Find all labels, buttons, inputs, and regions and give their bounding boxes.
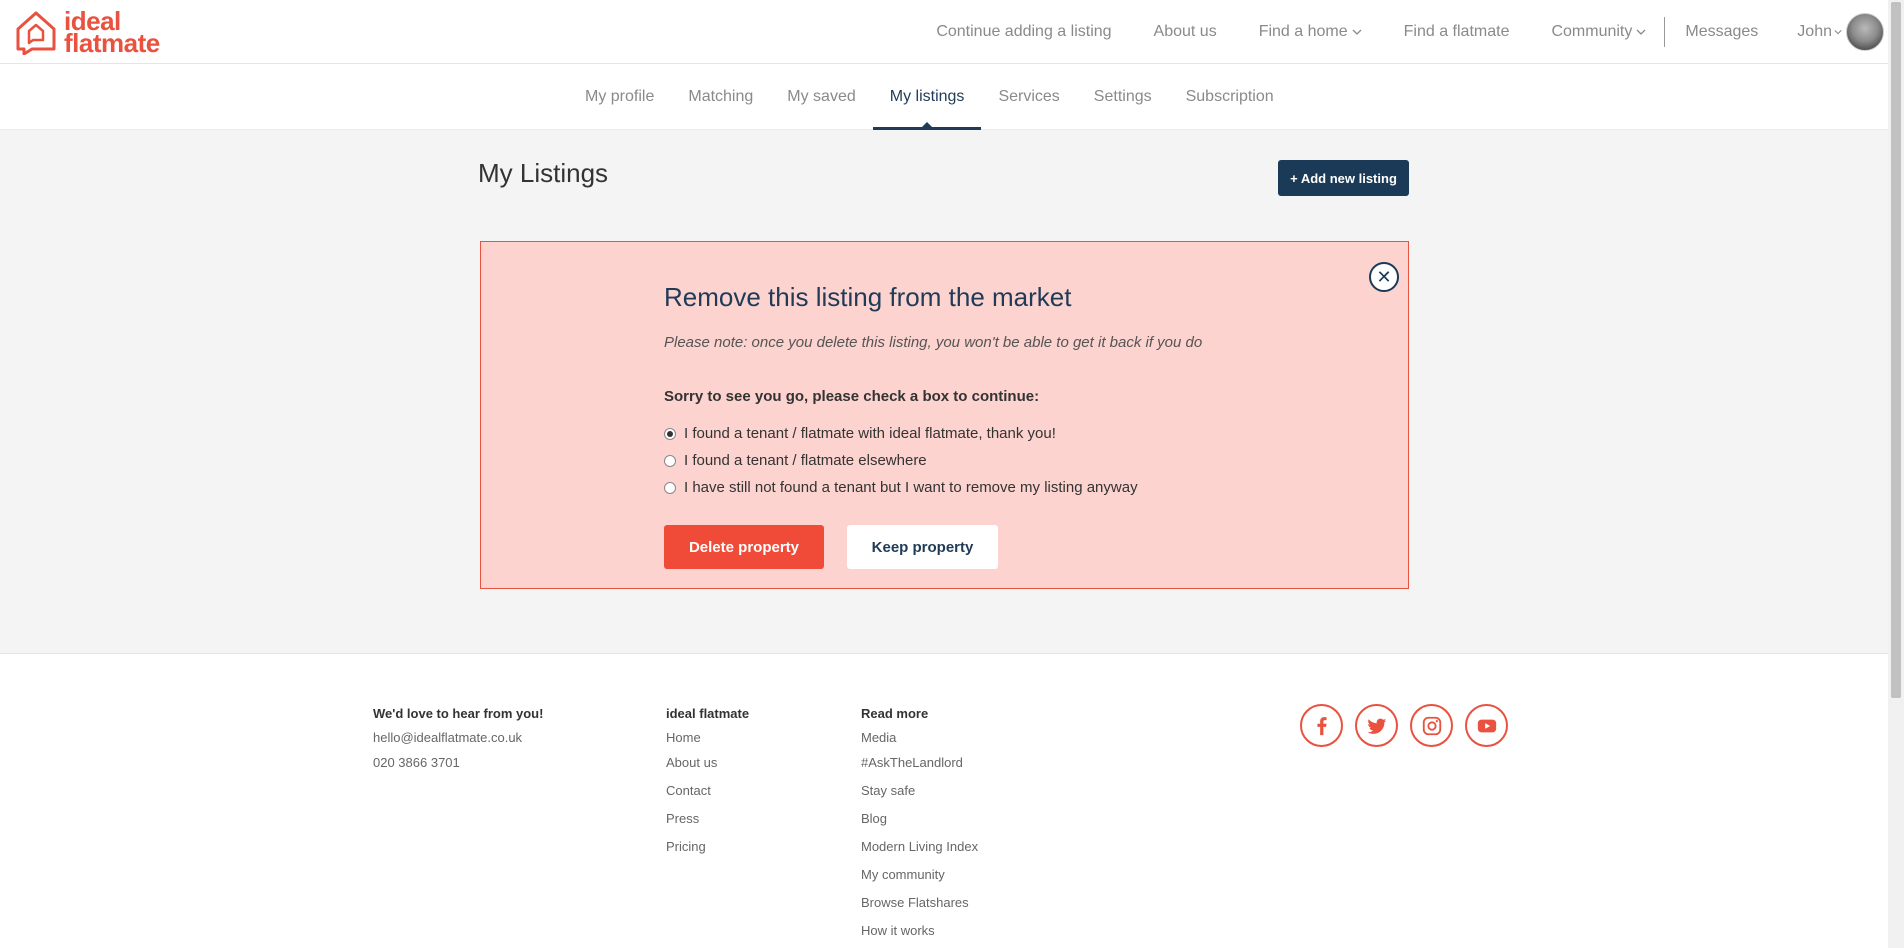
reason-option-found-elsewhere[interactable]: I found a tenant / flatmate elsewhere — [664, 447, 1138, 474]
remove-listing-panel: ✕ Remove this listing from the market Pl… — [480, 241, 1409, 589]
footer-link-my-community[interactable]: My community — [861, 860, 978, 888]
logo[interactable]: ideal flatmate — [14, 6, 160, 58]
footer-link-modern-living-index[interactable]: Modern Living Index — [861, 832, 978, 860]
footer-read-more: Read more Media #AskTheLandlord Stay saf… — [861, 706, 978, 944]
close-icon: ✕ — [1376, 266, 1392, 287]
social-links — [1300, 704, 1520, 747]
nav-divider — [1664, 17, 1666, 47]
tab-subscription[interactable]: Subscription — [1169, 64, 1291, 130]
tab-my-listings[interactable]: My listings — [872, 64, 982, 130]
facebook-icon[interactable] — [1300, 704, 1343, 747]
footer-link-stay-safe[interactable]: Stay safe — [861, 776, 978, 804]
panel-question: Sorry to see you go, please check a box … — [664, 388, 1040, 405]
radio-button[interactable] — [664, 454, 676, 467]
add-new-listing-button[interactable]: + Add new listing — [1278, 160, 1409, 196]
footer-phone[interactable]: 020 3866 3701 — [373, 748, 543, 776]
tab-my-profile[interactable]: My profile — [568, 64, 671, 130]
tab-matching[interactable]: Matching — [671, 64, 770, 130]
tab-settings[interactable]: Settings — [1077, 64, 1169, 130]
footer-contact: We'd love to hear from you! hello@idealf… — [373, 706, 543, 776]
footer-link-browse-flatshares[interactable]: Browse Flatshares — [861, 888, 978, 916]
logo-text: ideal flatmate — [64, 6, 160, 58]
nav-find-a-flatmate[interactable]: Find a flatmate — [1404, 23, 1510, 41]
account-subnav: My profile Matching My saved My listings… — [0, 64, 1888, 130]
chevron-down-icon — [1352, 29, 1362, 35]
tab-services[interactable]: Services — [981, 64, 1076, 130]
footer-link-about-us[interactable]: About us — [666, 748, 749, 776]
footer-ideal-flatmate: ideal flatmate Home About us Contact Pre… — [666, 706, 749, 860]
chevron-down-icon — [1636, 29, 1646, 35]
top-nav: Continue adding a listing About us Find … — [894, 0, 1888, 64]
footer-link-pricing[interactable]: Pricing — [666, 832, 749, 860]
twitter-icon[interactable] — [1355, 704, 1398, 747]
footer-email[interactable]: hello@idealflatmate.co.uk — [373, 726, 543, 748]
close-button[interactable]: ✕ — [1369, 262, 1399, 292]
house-chat-icon — [16, 11, 56, 55]
footer-link-home[interactable]: Home — [666, 726, 749, 748]
footer-link-media[interactable]: Media — [861, 726, 978, 748]
user-name: John — [1797, 23, 1832, 40]
footer-link-contact[interactable]: Contact — [666, 776, 749, 804]
nav-community[interactable]: Community — [1551, 23, 1646, 41]
nav-messages[interactable]: Messages — [1685, 23, 1758, 41]
reason-option-found-with-ideal[interactable]: I found a tenant / flatmate with ideal f… — [664, 420, 1138, 447]
chevron-down-icon — [1834, 30, 1842, 35]
footer-link-ask-the-landlord[interactable]: #AskTheLandlord — [861, 748, 978, 776]
footer-link-how-it-works[interactable]: How it works — [861, 916, 978, 944]
tab-my-saved[interactable]: My saved — [770, 64, 872, 130]
footer-link-blog[interactable]: Blog — [861, 804, 978, 832]
nav-continue-adding-listing[interactable]: Continue adding a listing — [936, 23, 1111, 41]
user-menu[interactable]: John — [1797, 13, 1888, 51]
page-scrollbar[interactable] — [1888, 0, 1904, 948]
avatar[interactable] — [1846, 13, 1884, 51]
delete-property-button[interactable]: Delete property — [664, 525, 824, 569]
footer-heading: We'd love to hear from you! — [373, 706, 544, 721]
reason-option-not-found[interactable]: I have still not found a tenant but I wa… — [664, 474, 1138, 501]
page-title: My Listings — [478, 158, 609, 188]
top-header: ideal flatmate Continue adding a listing… — [0, 0, 1888, 64]
footer: We'd love to hear from you! hello@idealf… — [0, 653, 1888, 948]
keep-property-button[interactable]: Keep property — [847, 525, 998, 569]
panel-note: Please note: once you delete this listin… — [664, 334, 1203, 351]
nav-about-us[interactable]: About us — [1154, 23, 1217, 41]
panel-title: Remove this listing from the market — [664, 282, 1072, 312]
radio-button[interactable] — [664, 427, 676, 440]
footer-heading: ideal flatmate — [666, 706, 750, 721]
radio-button[interactable] — [664, 481, 676, 494]
instagram-icon[interactable] — [1410, 704, 1453, 747]
footer-heading: Read more — [861, 706, 929, 721]
nav-find-a-home[interactable]: Find a home — [1259, 23, 1362, 41]
footer-link-press[interactable]: Press — [666, 804, 749, 832]
scrollbar-thumb[interactable] — [1891, 2, 1901, 698]
reason-options: I found a tenant / flatmate with ideal f… — [664, 420, 1138, 501]
youtube-icon[interactable] — [1465, 704, 1508, 747]
